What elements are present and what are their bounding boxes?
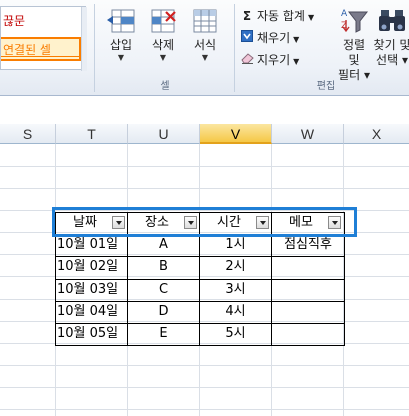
- chevron-down-icon: ▼: [201, 53, 209, 62]
- cells-group-label: 셀: [160, 81, 170, 92]
- table-cell[interactable]: 10월 02일: [57, 257, 127, 277]
- delete-label: 삭제: [151, 38, 175, 52]
- grid-line: [0, 409, 409, 410]
- format-button[interactable]: 서식 ▼: [184, 8, 226, 63]
- gallery-scrollbar[interactable]: [81, 7, 87, 71]
- style-item-linked-cell[interactable]: 연결된 셀: [1, 37, 81, 61]
- sigma-icon: Σ: [242, 9, 252, 23]
- column-header-s[interactable]: S: [0, 124, 56, 144]
- fill-label: 채우기: [257, 31, 291, 45]
- cell-styles-gallery[interactable]: 끊문 연결된 셀: [0, 6, 87, 71]
- chevron-down-icon: ▼: [293, 35, 300, 44]
- find-select-label-1: 찾기 및: [373, 38, 409, 52]
- sort-filter-icon: A Z: [341, 9, 369, 33]
- insert-label: 삽입: [109, 38, 133, 52]
- column-header-x[interactable]: X: [344, 124, 409, 144]
- style-item-bad[interactable]: 끊문: [1, 11, 81, 31]
- delete-button[interactable]: 삭제 ▼: [142, 8, 184, 63]
- clear-button[interactable]: 지우기 ▼: [240, 52, 299, 70]
- editing-group-label: 편집: [316, 81, 336, 92]
- sort-filter-button[interactable]: A Z 정렬 및 필터 ▾: [336, 6, 372, 83]
- table-cell[interactable]: 5시: [200, 324, 271, 344]
- separator: [94, 4, 95, 92]
- table-cell[interactable]: 10월 03일: [57, 280, 127, 300]
- table-cell[interactable]: C: [128, 280, 199, 300]
- delete-cells-icon: [151, 9, 176, 33]
- table-cell[interactable]: 10월 05일: [57, 324, 127, 344]
- table-cell[interactable]: E: [128, 324, 199, 344]
- column-header-u[interactable]: U: [128, 124, 200, 144]
- table-cell[interactable]: 1시: [200, 235, 271, 255]
- table-cell[interactable]: A: [128, 235, 199, 255]
- grid-line: [0, 387, 409, 388]
- svg-text:A: A: [341, 9, 348, 19]
- grid-line: [0, 166, 409, 167]
- column-header-v[interactable]: V: [200, 124, 272, 144]
- format-label: 서식: [193, 38, 217, 52]
- chevron-down-icon: ▼: [293, 57, 300, 66]
- chevron-down-icon: ▼: [307, 13, 315, 22]
- table-cell[interactable]: B: [128, 257, 199, 277]
- find-select-label-2: 선택 ▾: [376, 53, 408, 67]
- fill-down-icon: [240, 30, 254, 46]
- table-cell[interactable]: 3시: [200, 280, 271, 300]
- table-cell[interactable]: 점심직후: [272, 235, 344, 255]
- table-cell[interactable]: 10월 01일: [57, 235, 127, 255]
- insert-button[interactable]: 삽입 ▼: [100, 8, 142, 63]
- binoculars-icon: [379, 10, 405, 31]
- fill-button[interactable]: 채우기 ▼: [240, 30, 299, 48]
- chevron-down-icon: ▼: [117, 53, 125, 62]
- grid-line: [0, 188, 409, 189]
- grid-line: [0, 365, 409, 366]
- sort-filter-label-1: 정렬 및: [342, 38, 366, 67]
- table-border: [55, 345, 345, 346]
- table-cell[interactable]: 4시: [200, 302, 271, 322]
- column-header-w[interactable]: W: [272, 124, 344, 144]
- table-cell[interactable]: D: [128, 302, 199, 322]
- eraser-icon: [240, 52, 254, 68]
- separator: [234, 4, 235, 92]
- format-cells-icon: [193, 9, 217, 33]
- column-header-t[interactable]: T: [56, 124, 128, 144]
- chevron-down-icon: ▼: [159, 53, 167, 62]
- header-row-highlight: [52, 207, 357, 237]
- table-cell[interactable]: 10월 04일: [57, 302, 127, 322]
- autosum-button[interactable]: Σ 자동 합계 ▼: [240, 8, 314, 26]
- find-select-button[interactable]: 찾기 및 선택 ▾: [370, 6, 409, 68]
- insert-cells-icon: [107, 9, 135, 33]
- table-cell[interactable]: 2시: [200, 257, 271, 277]
- clear-label: 지우기: [257, 53, 291, 67]
- ribbon: 끊문 연결된 셀 삽입 ▼ 삭제 ▼ 서식 ▼ 셀 Σ 자동 합계 ▼ 채우기 …: [0, 0, 409, 96]
- find-select-label-2-text: 선택: [376, 53, 399, 67]
- autosum-label: 자동 합계: [257, 9, 305, 23]
